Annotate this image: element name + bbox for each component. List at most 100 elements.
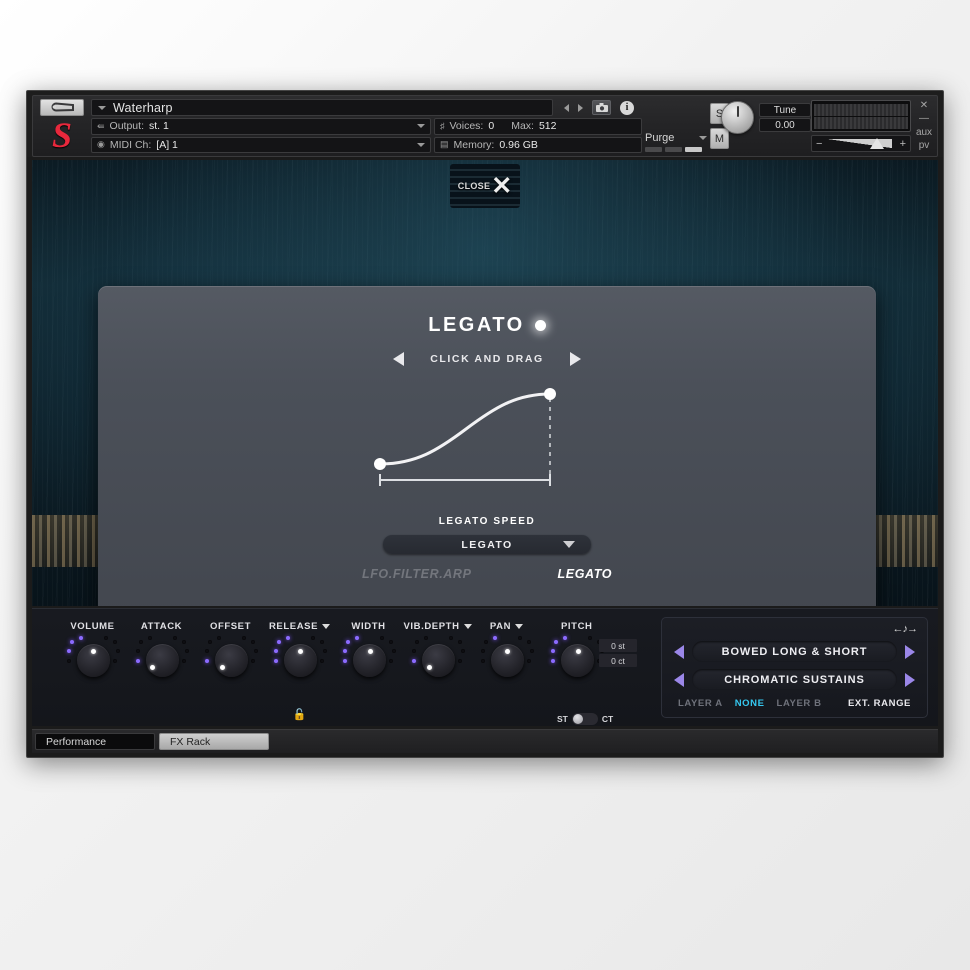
curve-prev-arrow-icon[interactable]	[393, 352, 405, 366]
curve-end-handle[interactable]	[544, 388, 556, 400]
volume-handle[interactable]	[870, 138, 884, 149]
knob-attack[interactable]: ATTACK	[127, 619, 196, 726]
led-5	[310, 636, 315, 640]
voices-value: 0	[488, 120, 495, 133]
knob-vib-depth-wrap[interactable]	[410, 636, 466, 685]
ext-range-button[interactable]: EXT. RANGE	[848, 698, 911, 709]
pitch-semitones[interactable]: 0 st	[599, 639, 637, 652]
preset-b-button[interactable]: CHROMATIC SUSTAINS	[692, 669, 897, 690]
preset-a-button[interactable]: BOWED LONG & SHORT	[692, 641, 897, 662]
purge-chevron-down-icon[interactable]	[699, 136, 707, 140]
knob-release-wrap[interactable]	[272, 636, 328, 685]
knob-offset-label: OFFSET	[209, 620, 252, 632]
led-8	[181, 659, 186, 663]
output-field[interactable]: ⇚ Output: st. 1	[91, 118, 431, 135]
led-4	[147, 636, 152, 640]
knob-pitch[interactable]: PITCH 0 st 0 ct ST CT	[541, 619, 661, 726]
volume-minus-icon[interactable]: −	[816, 138, 822, 150]
knob-attack-body[interactable]	[145, 644, 179, 677]
led-4	[342, 659, 347, 663]
led-2	[411, 649, 416, 653]
knob-release-chevron-down-icon[interactable]	[322, 623, 331, 629]
pitch-st-ct-toggle[interactable]: ST CT	[557, 713, 613, 725]
aux-button[interactable]: aux	[916, 127, 932, 138]
led-1	[342, 649, 347, 653]
legato-speed-select[interactable]: LEGATO	[383, 535, 591, 554]
led-7	[115, 649, 120, 653]
knob-release-indicator	[297, 649, 303, 654]
knob-vib-depth[interactable]: VIB.DEPTH	[403, 619, 472, 726]
pv-button[interactable]: pv	[919, 141, 930, 151]
tab-lfo-filter-arp[interactable]: LFO.FILTER.ARP	[362, 567, 472, 581]
close-panel-button[interactable]: CLOSE ✕	[450, 164, 520, 208]
led-2	[554, 640, 558, 644]
knob-vib-depth-body[interactable]	[421, 644, 455, 677]
preset-b-prev-icon[interactable]	[674, 672, 684, 687]
knob-width-wrap[interactable]	[341, 636, 397, 685]
legato-speed-chevron-down-icon[interactable]	[563, 541, 575, 548]
knob-volume[interactable]: VOLUME	[58, 619, 127, 726]
instrument-name-box[interactable]: Waterharp	[91, 99, 553, 117]
output-chevron-down-icon[interactable]	[417, 124, 425, 129]
preset-row-b: CHROMATIC SUSTAINS	[674, 669, 915, 690]
info-icon[interactable]: i	[620, 100, 634, 115]
knob-volume-wrap[interactable]	[65, 636, 121, 685]
midi-channel-field[interactable]: ◉ MIDI Ch: [A] 1	[91, 136, 431, 153]
tune-knob[interactable]	[721, 101, 754, 134]
wrench-icon[interactable]	[40, 99, 84, 116]
layer-b-label[interactable]: LAYER B	[777, 698, 822, 709]
knob-attack-wrap[interactable]	[134, 636, 190, 685]
knob-pitch-wrap[interactable]	[549, 636, 605, 685]
curve-start-handle[interactable]	[374, 458, 386, 470]
voices-label: Voices:	[449, 120, 484, 133]
knob-width[interactable]: WIDTH	[334, 619, 403, 726]
knob-offset-wrap[interactable]	[203, 636, 259, 685]
minimize-icon[interactable]: —	[919, 114, 929, 124]
knob-offset-body[interactable]	[214, 644, 248, 677]
preset-a-prev-icon[interactable]	[674, 644, 684, 659]
level-meter	[811, 100, 911, 132]
preset-b-next-icon[interactable]	[905, 672, 915, 687]
preset-a-next-icon[interactable]	[905, 644, 915, 659]
tab-performance[interactable]: Performance	[35, 733, 155, 750]
pitch-cents[interactable]: 0 ct	[599, 654, 637, 667]
midi-drag-icon[interactable]: ←♪→	[893, 623, 918, 635]
legato-curve-area[interactable]	[98, 372, 876, 502]
header-row-output: ⇚ Output: st. 1 ♯ Voices: 0 Max: 512	[91, 118, 642, 135]
layer-none-label[interactable]: NONE	[735, 698, 765, 709]
led-2	[345, 640, 350, 644]
layer-a-label[interactable]: LAYER A	[678, 698, 723, 709]
prev-preset-icon[interactable]	[564, 103, 569, 112]
tab-fx-rack[interactable]: FX Rack	[159, 733, 269, 750]
volume-plus-icon[interactable]: +	[900, 138, 906, 150]
led-4	[66, 659, 71, 663]
release-lock-icon[interactable]: 🔓	[293, 708, 307, 721]
midi-chevron-down-icon[interactable]	[417, 142, 425, 147]
knob-release[interactable]: RELEASE 🔓	[265, 619, 334, 726]
close-icon[interactable]: ✕	[920, 100, 928, 111]
next-preset-icon[interactable]	[578, 103, 583, 112]
header-main-column: Waterharp i ⇚ Output: st. 1 ♯ Voices: 0 …	[91, 99, 642, 153]
curve-next-arrow-icon[interactable]	[569, 352, 581, 366]
knob-offset-indicator	[219, 665, 225, 670]
legato-power-led[interactable]	[534, 320, 546, 331]
knob-offset[interactable]: OFFSET	[196, 619, 265, 726]
camera-icon[interactable]	[592, 100, 611, 116]
knob-vib-depth-chevron-down-icon[interactable]	[463, 623, 472, 629]
knob-pan-chevron-down-icon[interactable]	[515, 623, 524, 629]
master-volume-slider[interactable]: − +	[811, 135, 911, 152]
legato-speed-value: LEGATO	[461, 538, 513, 551]
legato-curve-path[interactable]	[378, 392, 552, 466]
led-1	[204, 659, 209, 663]
tab-legato[interactable]: LEGATO	[558, 567, 613, 581]
knob-pitch-label-row: PITCH	[549, 619, 593, 633]
pitch-toggle-switch[interactable]	[571, 713, 598, 725]
output-label: Output:	[109, 120, 144, 133]
chevron-down-icon[interactable]	[98, 105, 106, 110]
led-2	[204, 649, 209, 653]
midi-value: [A] 1	[156, 138, 178, 151]
knob-pan-wrap[interactable]	[479, 636, 535, 685]
purge-dropdown[interactable]: Purge	[645, 132, 707, 144]
knob-pan[interactable]: PAN	[472, 619, 541, 726]
legato-curve-svg[interactable]	[98, 372, 876, 502]
